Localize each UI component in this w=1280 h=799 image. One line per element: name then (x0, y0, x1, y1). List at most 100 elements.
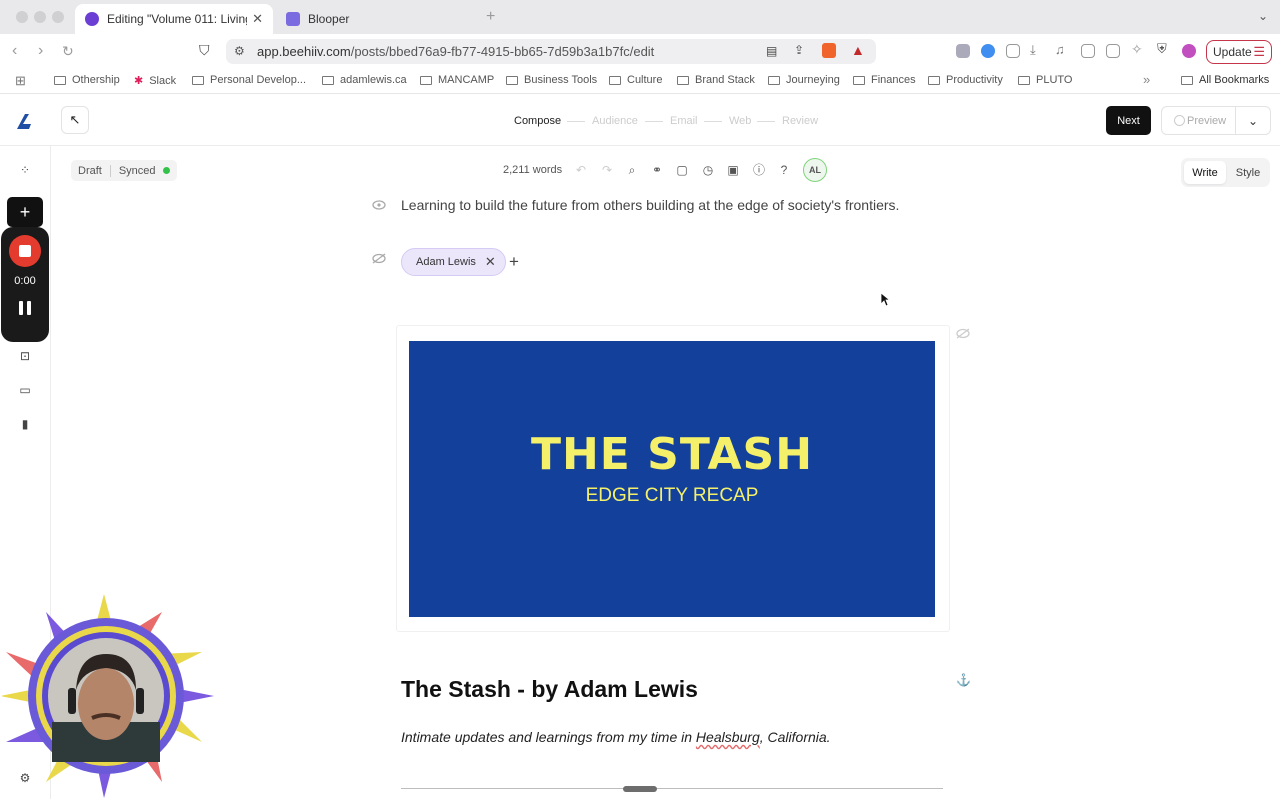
next-button[interactable]: Next (1106, 106, 1151, 135)
bookmark-label: PLUTO (1036, 74, 1073, 86)
bookmark-productivity[interactable]: Productivity (928, 74, 1003, 86)
analytics-chart-icon[interactable]: ▮ (18, 417, 32, 431)
bookmark-othership[interactable]: Othership (54, 74, 120, 86)
address-bar[interactable]: ⚙ app.beehiiv.com/posts/bbed76a9-fb77-49… (226, 39, 876, 64)
step-email[interactable]: Email (670, 115, 698, 127)
window-zoom-button[interactable] (52, 11, 64, 23)
redo-icon[interactable]: ↷ (599, 162, 615, 178)
undo-icon[interactable]: ↶ (573, 162, 589, 178)
apps-grid-icon[interactable]: ⊞ (15, 73, 26, 89)
brave-shield-icon[interactable] (822, 43, 836, 58)
bookmark-journeying[interactable]: Journeying (768, 74, 840, 86)
remove-author-icon[interactable]: ✕ (485, 254, 496, 270)
link-icon[interactable]: ⚭ (649, 162, 665, 178)
anchor-icon[interactable]: ⚓ (956, 673, 971, 687)
bookmark-adamlewis[interactable]: adamlewis.ca (322, 74, 407, 86)
history-icon[interactable]: ◷ (700, 162, 716, 178)
bookmark-icon[interactable]: ⛉ (199, 42, 210, 59)
bookmark-culture[interactable]: Culture (609, 74, 662, 86)
extension-icon[interactable] (956, 44, 970, 58)
all-bookmarks[interactable]: All Bookmarks (1181, 74, 1269, 86)
webcam-bubble[interactable] (2, 592, 216, 798)
tab-style[interactable]: Style (1228, 161, 1268, 184)
bookmark-brand-stack[interactable]: Brand Stack (677, 74, 755, 86)
browser-toolbar: ‹ › ↻ ⛉ ⚙ app.beehiiv.com/posts/bbed76a9… (0, 34, 1280, 68)
more-bookmarks-icon[interactable]: » (1143, 72, 1150, 87)
update-button[interactable]: Update ☰ (1206, 40, 1272, 64)
eye-off-icon[interactable] (956, 328, 970, 339)
bookmark-finances[interactable]: Finances (853, 74, 916, 86)
bookmark-slack[interactable]: ✱ Slack (134, 74, 176, 88)
close-icon[interactable]: ✕ (252, 11, 263, 27)
step-review[interactable]: Review (782, 115, 818, 127)
leo-ai-icon[interactable]: ✧ (1131, 41, 1143, 58)
wallet-icon[interactable] (1106, 44, 1120, 58)
author-chip[interactable]: Adam Lewis ✕ (401, 248, 506, 276)
folder-icon (928, 75, 940, 85)
reader-mode-icon[interactable]: ▤ (766, 44, 777, 58)
back-icon[interactable]: ‹ (12, 42, 17, 60)
bookmark-personal-develop[interactable]: Personal Develop... (192, 74, 306, 86)
step-web[interactable]: Web (729, 115, 751, 127)
window-close-button[interactable] (16, 11, 28, 23)
tab-search-chevron-icon[interactable]: ⌄ (1258, 9, 1268, 23)
blocks-grid-icon[interactable]: ⁘ (18, 163, 32, 177)
chevron-down-icon[interactable]: ⌄ (1235, 107, 1270, 134)
beehiiv-logo-icon[interactable] (14, 110, 36, 132)
status-synced: Synced (118, 164, 156, 177)
avatar[interactable]: AL (803, 158, 827, 182)
stop-recording-button[interactable] (9, 235, 41, 267)
site-settings-icon[interactable]: ⚙ (234, 44, 245, 58)
intro-paragraph[interactable]: Intimate updates and learnings from my t… (401, 729, 831, 745)
search-icon[interactable]: ⌕ (624, 162, 640, 178)
share-icon[interactable]: ⇪ (794, 43, 804, 57)
step-compose[interactable]: Compose (514, 115, 561, 127)
add-block-button[interactable]: + (7, 197, 43, 227)
new-tab-icon[interactable]: + (486, 8, 495, 26)
vpn-shield-icon[interactable]: ⛨ (1157, 41, 1167, 57)
tab-editing[interactable]: Editing "Volume 011: Living o ✕ (75, 4, 273, 34)
tab-blooper[interactable]: Blooper (276, 4, 466, 34)
download-icon[interactable]: ⤓ (1030, 42, 1036, 58)
extension-icon[interactable] (981, 44, 995, 58)
slack-icon: ✱ (134, 75, 144, 87)
profile-icon[interactable] (1182, 44, 1196, 58)
sidebar-icon[interactable] (1081, 44, 1095, 58)
help-icon[interactable]: ? (776, 162, 792, 178)
post-heading[interactable]: The Stash - by Adam Lewis (401, 676, 698, 703)
add-author-icon[interactable]: + (509, 252, 519, 272)
bookmark-label: adamlewis.ca (340, 74, 407, 86)
eye-icon[interactable] (372, 199, 386, 210)
arrow-up-left-icon: ↖ (69, 112, 81, 127)
bookmark-label: MANCAMP (438, 74, 495, 86)
comment-icon[interactable]: ▢ (674, 162, 690, 178)
intro-place: Healsburg (695, 729, 760, 745)
info-icon[interactable]: ⓘ (751, 162, 767, 178)
drag-handle[interactable] (623, 786, 657, 792)
bookmark-pluto[interactable]: PLUTO (1018, 74, 1072, 86)
window-minimize-button[interactable] (34, 11, 46, 23)
media-icon[interactable]: ⊡ (18, 349, 32, 363)
step-divider (757, 121, 775, 122)
thumbnail-image[interactable]: THE STASH EDGE CITY RECAP (409, 341, 935, 617)
bookmark-label: Finances (871, 74, 916, 86)
forward-icon[interactable]: › (38, 42, 43, 60)
pause-icon[interactable] (18, 301, 32, 315)
preview-button[interactable]: Preview ⌄ (1161, 106, 1271, 135)
save-icon[interactable]: ▣ (725, 162, 741, 178)
extensions-puzzle-icon[interactable] (1006, 44, 1020, 58)
music-icon[interactable]: ♫ (1055, 42, 1065, 57)
bookmark-business-tools[interactable]: Business Tools (506, 74, 597, 86)
bookmark-mancamp[interactable]: MANCAMP (420, 74, 494, 86)
monitor-icon[interactable]: ▭ (18, 383, 32, 397)
tab-title: Blooper (308, 12, 350, 26)
step-audience[interactable]: Audience (592, 115, 638, 127)
post-subtitle[interactable]: Learning to build the future from others… (401, 197, 899, 213)
exit-editor-button[interactable]: ↖ (61, 106, 89, 134)
eye-off-icon[interactable] (372, 253, 386, 264)
tab-write[interactable]: Write (1184, 161, 1226, 184)
brave-rewards-icon[interactable]: ▲ (851, 42, 865, 58)
bookmark-label: All Bookmarks (1199, 74, 1270, 86)
tab-title: Editing "Volume 011: Living o (107, 12, 247, 26)
reload-icon[interactable]: ↻ (62, 43, 74, 60)
